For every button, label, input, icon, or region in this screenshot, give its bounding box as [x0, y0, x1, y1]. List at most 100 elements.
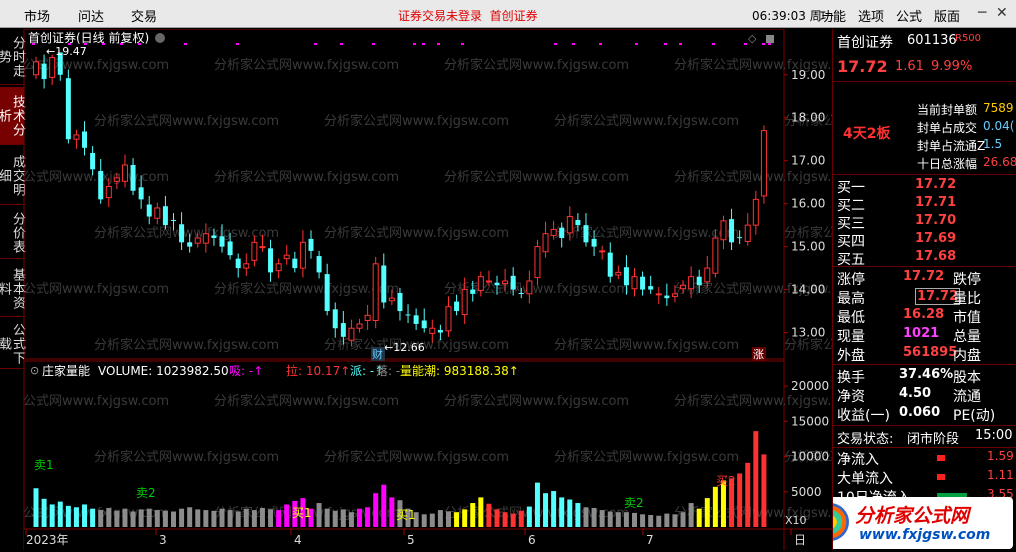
volume-bar — [82, 504, 88, 527]
left-tab-3[interactable]: 分价表 — [0, 207, 25, 259]
menu-trade[interactable]: 交易 — [131, 6, 157, 25]
indicator-luo: 落: - — [376, 364, 400, 378]
candle-body — [202, 233, 209, 244]
candle-body — [712, 237, 719, 274]
y-tick-label: 19.00 — [791, 68, 825, 82]
signal-dot — [744, 43, 747, 45]
close-icon[interactable]: ✕ — [996, 5, 1008, 21]
watermark-text: 分析家公式网www.fxjgsw.com — [214, 393, 399, 409]
watermark-text: 分析家公式网www.fxjgsw.com — [24, 281, 169, 297]
volume-bar — [445, 511, 451, 527]
watermark-text: 分析家公式网www.fxjgsw.com — [444, 281, 629, 297]
candle-body — [154, 207, 161, 219]
turn-right-label: 股本 — [953, 370, 981, 386]
site-logo: 分析家公式网 www.fxjgsw.com — [833, 497, 1013, 549]
volume-bar — [575, 503, 581, 527]
trade-marker: 买1 — [396, 508, 416, 522]
panel-separator — [833, 81, 1016, 82]
left-tab-1[interactable]: 技术分析 — [0, 87, 25, 145]
volume-bar — [494, 509, 500, 527]
volume-bar — [502, 512, 508, 527]
candle-body — [607, 252, 613, 277]
watermark-text: 分析家公式网www.fxjgsw.com — [214, 57, 399, 73]
candle-body — [268, 248, 274, 273]
flow-bar — [937, 455, 945, 461]
menu-options[interactable]: 选项 — [858, 6, 884, 25]
volume-bar — [688, 503, 694, 527]
volume-bar — [486, 503, 492, 527]
x-tick-label: 7 — [646, 533, 654, 547]
volume-bar — [753, 431, 759, 527]
candle-body — [292, 258, 298, 269]
left-tab-0[interactable]: 分时走势 — [0, 29, 25, 85]
x-tick-label: 日 — [794, 533, 806, 547]
menu-market[interactable]: 市场 — [24, 6, 50, 25]
watermark-text: 分析家公式网www.fxjgsw.com — [214, 169, 399, 185]
volume-bar — [599, 510, 605, 527]
panel-separator — [833, 364, 1016, 365]
watermark-text: 分析家公式网www.fxjgsw.com — [324, 113, 509, 129]
volume-bar — [243, 508, 249, 527]
watermark-layer: 分析家公式网www.fxjgsw.com 分析家公式网www.fxjgsw.com… — [0, 57, 969, 521]
volume-bar — [437, 510, 443, 527]
volume-bar — [526, 506, 532, 527]
stock-change: 1.61 — [895, 59, 924, 74]
volume-bar — [227, 510, 233, 527]
chart-area[interactable]: 分析家公式网www.fxjgsw.com 分析家公式网www.fxjgsw.com… — [0, 28, 969, 550]
volume-bar — [340, 509, 346, 527]
not-logged-text[interactable]: 证券交易未登录 — [398, 9, 482, 23]
login-notice[interactable]: 证券交易未登录 首创证券 — [398, 7, 538, 24]
volume-bar — [170, 511, 176, 527]
volume-bar — [268, 509, 274, 527]
candle-body — [744, 224, 751, 242]
volume-bar — [454, 512, 460, 527]
volume-bar — [696, 508, 702, 527]
menu-function[interactable]: 功能 — [820, 6, 846, 25]
volume-bar — [162, 510, 168, 527]
candle-body — [211, 235, 217, 239]
turn-label: 净资 — [837, 389, 865, 405]
quote-value: 1021 — [903, 326, 940, 341]
indicator-header: ⊙ 庄家量能 VOLUME: 1023982.50 吸: -↑ 拉: 10.17↑ 派: … — [30, 363, 519, 378]
left-tab-2[interactable]: 成交明细 — [0, 147, 25, 205]
volume-bar — [211, 510, 217, 527]
left-tab-5[interactable]: 公式下载 — [0, 319, 25, 369]
vol-tick-label: 10000 — [791, 450, 829, 464]
quote-panel: 首创证券 601136 R500 17.72 1.61 9.99% 4天2板 当前封单额 758… — [832, 29, 1016, 550]
vol-tick-label: 20000 — [791, 379, 829, 393]
menu-formula[interactable]: 公式 — [896, 6, 922, 25]
title-dropdown-icon[interactable] — [155, 33, 165, 43]
candle-body — [243, 263, 250, 269]
menu-layout[interactable]: 版面 — [934, 6, 960, 25]
panel-separator — [833, 425, 1016, 426]
turn-right-label: PE(动) — [953, 408, 996, 424]
minimize-icon[interactable]: ─ — [978, 5, 986, 21]
left-tab-4[interactable]: 基本资料 — [0, 261, 25, 317]
main-frame — [23, 28, 785, 360]
candle-body — [194, 237, 201, 244]
candle-body — [559, 227, 565, 239]
signal-dot — [768, 43, 771, 45]
flow-value: 1.59 — [987, 449, 1014, 463]
trade-marker: 卖2 — [624, 496, 644, 510]
candle-body — [219, 236, 225, 247]
watermark-text: 分析家公式网www.fxjgsw.com — [94, 225, 279, 241]
candle-body — [615, 271, 622, 276]
volume-bar — [332, 510, 338, 527]
settings-icon[interactable] — [766, 35, 774, 43]
candle-body — [73, 134, 80, 140]
turn-value: 4.50 — [899, 386, 932, 401]
menu-wenda[interactable]: 问达 — [78, 6, 104, 25]
candle-body — [227, 241, 233, 256]
indicator-volume: VOLUME: 1023982.50 — [98, 364, 229, 378]
watermark-text: 分析家公式网www.fxjgsw.com — [324, 225, 509, 241]
signal-dot — [712, 43, 715, 45]
watermark-text: 分析家公式网www.fxjgsw.com — [444, 57, 629, 73]
diamond-icon: ◇ — [748, 32, 757, 45]
signal-dot — [572, 43, 575, 45]
vol-tick-label: 5000 — [791, 485, 822, 499]
candle-body — [49, 57, 56, 78]
candle-body — [510, 275, 516, 290]
flow-bar — [937, 474, 945, 480]
candle-body — [671, 293, 678, 297]
